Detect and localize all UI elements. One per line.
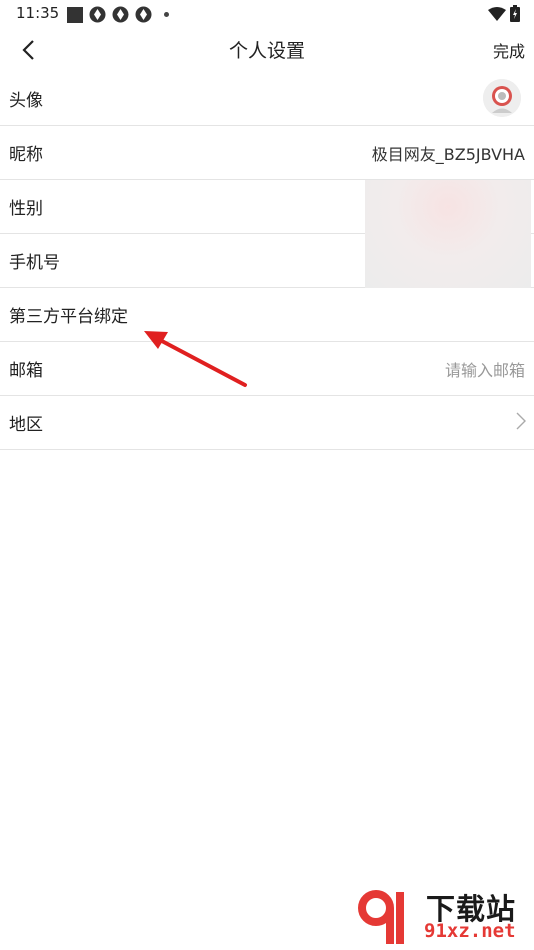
status-bar: 11:35 <box>0 0 534 28</box>
avatar[interactable] <box>483 79 521 117</box>
row-label: 头像 <box>9 91 43 111</box>
nav-bar: 个人设置 完成 <box>0 28 534 72</box>
row-email[interactable]: 邮箱 请输入邮箱 <box>0 342 534 396</box>
row-third-party-binding[interactable]: 第三方平台绑定 <box>0 288 534 342</box>
annotation-arrow-icon <box>144 331 247 387</box>
row-avatar[interactable]: 头像 <box>0 72 534 126</box>
more-notifications-dot <box>164 12 169 17</box>
row-label: 性别 <box>9 199 43 219</box>
wifi-icon <box>488 6 506 21</box>
aperture-icon <box>89 6 106 23</box>
row-label: 地区 <box>9 415 43 435</box>
row-label: 邮箱 <box>9 361 43 381</box>
done-button[interactable]: 完成 <box>493 38 525 62</box>
email-placeholder: 请输入邮箱 <box>444 361 525 380</box>
app-notification-icon <box>67 6 83 23</box>
chevron-right-icon <box>516 412 526 430</box>
watermark-url: 91xz.net <box>424 920 516 942</box>
redacted-area <box>365 180 531 288</box>
aperture-icon <box>112 6 129 23</box>
row-label: 第三方平台绑定 <box>9 307 128 327</box>
status-time: 11:35 <box>16 4 60 22</box>
aperture-icon <box>135 6 152 23</box>
row-label: 昵称 <box>9 145 43 165</box>
row-region[interactable]: 地区 <box>0 396 534 450</box>
default-avatar-icon <box>483 79 521 117</box>
page-title: 个人设置 <box>228 40 305 62</box>
row-label: 手机号 <box>9 253 60 273</box>
battery-icon <box>510 5 520 22</box>
notification-icons <box>67 6 169 23</box>
watermark: 下载站 91xz.net <box>356 886 532 946</box>
system-icons <box>488 5 520 22</box>
nickname-value: 极目网友_BZ5JBVHA <box>371 145 525 164</box>
watermark-logo-icon <box>358 890 404 944</box>
row-nickname[interactable]: 昵称 极目网友_BZ5JBVHA <box>0 126 534 180</box>
